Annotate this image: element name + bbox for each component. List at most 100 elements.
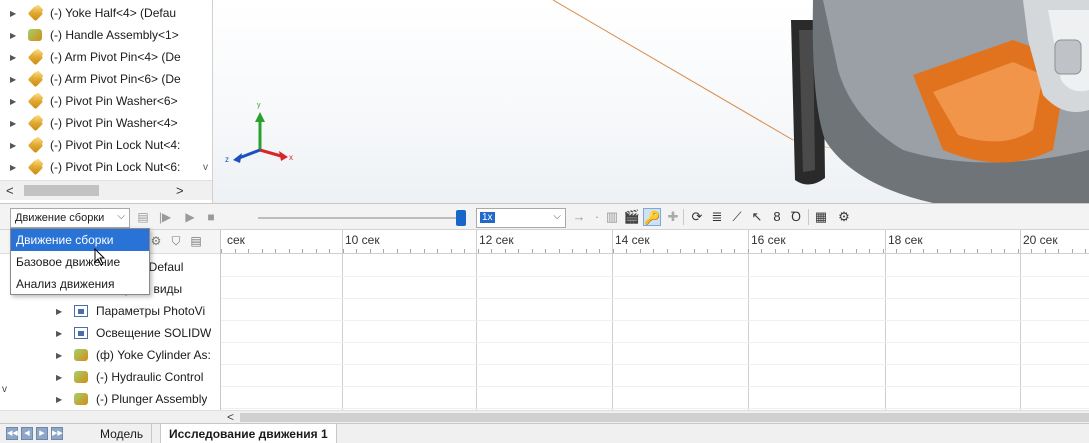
results-plots-icon[interactable]: ▦ xyxy=(812,208,830,226)
scroll-down-button[interactable]: v xyxy=(203,162,208,173)
collapse-icon[interactable]: ▤ xyxy=(188,234,204,250)
timeline-minor-tick xyxy=(586,249,587,253)
last-tab-icon[interactable]: ▶▶ xyxy=(51,427,63,440)
stop-icon[interactable]: ■ xyxy=(203,209,219,225)
contact-icon[interactable]: 8 xyxy=(768,208,786,226)
tree-item[interactable]: ▶ (-) Pivot Pin Lock Nut<4: xyxy=(0,134,212,156)
expand-arrow-icon[interactable]: ▶ xyxy=(10,141,20,150)
timeline-minor-tick xyxy=(910,249,911,253)
expand-arrow-icon[interactable]: ▶ xyxy=(56,307,66,316)
expand-arrow-icon[interactable]: ▶ xyxy=(10,9,20,18)
dropdown-option-assembly-motion[interactable]: Движение сборки xyxy=(11,229,149,251)
expand-arrow-icon[interactable]: ▶ xyxy=(10,97,20,106)
tab-motion-study-1[interactable]: Исследование движения 1 xyxy=(160,424,337,443)
timeline-minor-tick xyxy=(1031,249,1032,253)
tree-item[interactable]: ▶ (-) Hydraulic Control xyxy=(0,366,220,388)
timeline-row-line xyxy=(221,342,1089,343)
part-icon xyxy=(27,114,44,132)
expand-arrow-icon[interactable]: ▶ xyxy=(56,395,66,404)
timeline-minor-tick xyxy=(518,249,519,253)
previous-tab-icon[interactable]: ◀ xyxy=(21,427,33,440)
scroll-left-button[interactable]: < xyxy=(227,410,234,424)
expand-arrow-icon[interactable]: ▶ xyxy=(56,351,66,360)
document-tabs-bar: ◀◀ ◀ ▶ ▶▶ Модель Исследование движения 1 xyxy=(0,423,1089,443)
filter-icon[interactable]: ⛉ xyxy=(168,234,184,250)
filter-animating-icon[interactable]: ⚙ xyxy=(148,234,164,250)
timeline-minor-tick xyxy=(356,249,357,253)
timeline-minor-tick xyxy=(262,249,263,253)
tree-item[interactable]: ▶ Параметры PhotoVi xyxy=(0,300,220,322)
chevron-down-icon: ⌵ xyxy=(117,211,125,222)
coordinate-triad[interactable]: y x z xyxy=(225,102,293,164)
part-icon xyxy=(27,158,44,176)
motor-icon[interactable]: ⟳ xyxy=(688,208,706,226)
play-from-start-icon[interactable]: |▶ xyxy=(157,209,173,225)
study-type-select[interactable]: Движение сборки ⌵ xyxy=(10,208,130,228)
timeline-minor-tick xyxy=(464,249,465,253)
spring-icon[interactable]: ≣ xyxy=(708,208,726,226)
calculate-icon[interactable]: ▤ xyxy=(135,209,151,225)
expand-arrow-icon[interactable]: ▶ xyxy=(10,53,20,62)
tab-model[interactable]: Модель xyxy=(92,424,153,443)
next-tab-icon[interactable]: ▶ xyxy=(36,427,48,440)
tree-item[interactable]: ▶ (-) Pivot Pin Lock Nut<6: v xyxy=(0,156,212,178)
gear-icon[interactable]: ⚙ xyxy=(835,208,853,226)
scroll-right-button[interactable]: > xyxy=(176,183,184,198)
tree-item[interactable]: ▶ (-) Yoke Half<4> (Defau xyxy=(0,2,212,24)
scroll-left-button[interactable]: < xyxy=(6,183,14,198)
timeline-minor-tick xyxy=(505,249,506,253)
add-key-icon[interactable]: ✚ xyxy=(664,208,682,226)
timeline-minor-tick xyxy=(221,249,222,253)
timeline-minor-tick xyxy=(667,249,668,253)
study-type-value: Движение сборки xyxy=(15,212,105,224)
save-animation-icon[interactable]: ▥ xyxy=(603,208,621,226)
animation-wizard-icon[interactable]: 🎬 xyxy=(623,208,641,226)
playback-speed-value: 1x xyxy=(480,212,495,223)
playback-slider-thumb[interactable] xyxy=(456,210,466,226)
timeline-minor-tick xyxy=(1085,249,1086,253)
playback-speed-select[interactable]: 1x ⌵ xyxy=(476,208,566,228)
dropdown-option-basic-motion[interactable]: Базовое движение xyxy=(11,251,149,273)
tree-item[interactable]: ▶ (-) Plunger Assembly xyxy=(0,388,220,410)
timeline-minor-tick xyxy=(559,249,560,253)
tree-item[interactable]: ▶ (-) Pivot Pin Washer<6> xyxy=(0,90,212,112)
dropdown-option-motion-analysis[interactable]: Анализ движения xyxy=(11,273,149,295)
timeline-minor-tick xyxy=(856,249,857,253)
play-icon[interactable]: ▶ xyxy=(182,209,198,225)
playback-slider-track[interactable] xyxy=(258,217,458,219)
damper-icon[interactable]: ⟋ xyxy=(728,208,746,226)
scroll-down-button[interactable]: v xyxy=(2,384,7,395)
timeline-minor-tick xyxy=(842,249,843,253)
scrollbar-thumb[interactable] xyxy=(240,413,1089,422)
expand-arrow-icon[interactable]: ▶ xyxy=(10,31,20,40)
time-ruler[interactable]: сек 10 сек 12 сек 14 сек 16 сек 18 сек 2… xyxy=(221,230,1089,254)
assembly-icon xyxy=(74,348,90,362)
tree-item[interactable]: ▶ Освещение SOLIDW xyxy=(0,322,220,344)
triad-z-axis xyxy=(238,148,261,160)
force-icon[interactable]: ↖ xyxy=(748,208,766,226)
expand-arrow-icon[interactable]: ▶ xyxy=(10,163,20,172)
timeline[interactable]: сек 10 сек 12 сек 14 сек 16 сек 18 сек 2… xyxy=(221,230,1089,410)
tree-item[interactable]: ▶ (ф) Yoke Cylinder As: xyxy=(0,344,220,366)
playback-mode-icon[interactable]: → xyxy=(570,208,588,226)
graphics-viewport[interactable]: y x z xyxy=(213,0,1089,203)
first-tab-icon[interactable]: ◀◀ xyxy=(6,427,18,440)
expand-arrow-icon[interactable]: ▶ xyxy=(10,75,20,84)
gravity-icon[interactable]: Ꝺ xyxy=(787,208,805,226)
tree-item[interactable]: ▶ (-) Arm Pivot Pin<6> (De xyxy=(0,68,212,90)
expand-arrow-icon[interactable]: ▶ xyxy=(10,119,20,128)
timeline-minor-tick xyxy=(937,249,938,253)
timeline-minor-tick xyxy=(275,249,276,253)
scrollbar-thumb[interactable] xyxy=(24,185,99,196)
timeline-horizontal-scrollbar[interactable]: < xyxy=(0,410,1089,424)
timeline-minor-tick xyxy=(289,249,290,253)
tree-item[interactable]: ▶ (-) Handle Assembly<1> xyxy=(0,24,212,46)
time-label: 10 сек xyxy=(345,233,380,247)
tree-item[interactable]: ▶ (-) Pivot Pin Washer<4> xyxy=(0,112,212,134)
tree-item[interactable]: ▶ (-) Arm Pivot Pin<4> (De xyxy=(0,46,212,68)
expand-arrow-icon[interactable]: ▶ xyxy=(56,373,66,382)
autokey-icon[interactable]: 🔑 xyxy=(643,208,661,226)
expand-arrow-icon[interactable]: ▶ xyxy=(56,329,66,338)
horizontal-scrollbar[interactable]: < > xyxy=(0,180,212,200)
triad-x-axis xyxy=(259,148,282,158)
